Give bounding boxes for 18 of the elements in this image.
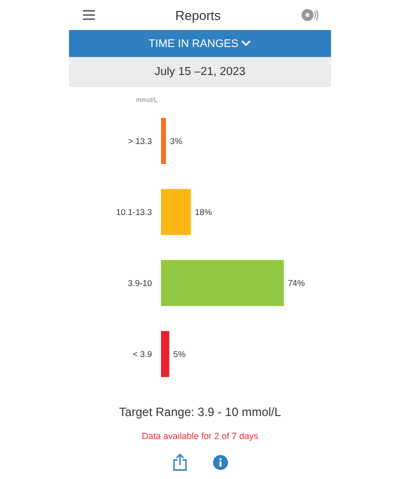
share-icon[interactable] <box>172 453 186 471</box>
category-label: 10.1-13.3 <box>116 207 152 217</box>
date-range: July 15 –21, 2023 <box>69 57 331 87</box>
chevron-down-icon <box>241 40 252 47</box>
value-label: 74% <box>288 278 305 288</box>
target-range-text: Target Range: 3.9 - 10 mmol/L <box>118 405 282 419</box>
availability-text: Data available for 2 of 7 days <box>140 431 260 441</box>
info-icon[interactable] <box>212 454 228 470</box>
category-label: 3.9-10 <box>128 278 152 288</box>
screen-title: Reports <box>175 8 221 22</box>
report-selector[interactable]: TIME IN RANGES <box>69 30 331 57</box>
value-label: 3% <box>170 136 182 146</box>
category-label: > 13.3 <box>128 136 152 146</box>
value-label: 5% <box>173 349 186 359</box>
sensor-icon[interactable] <box>301 8 319 22</box>
category-label: < 3.9 <box>132 349 152 359</box>
value-label: 18% <box>194 207 212 217</box>
menu-icon[interactable] <box>83 10 95 20</box>
